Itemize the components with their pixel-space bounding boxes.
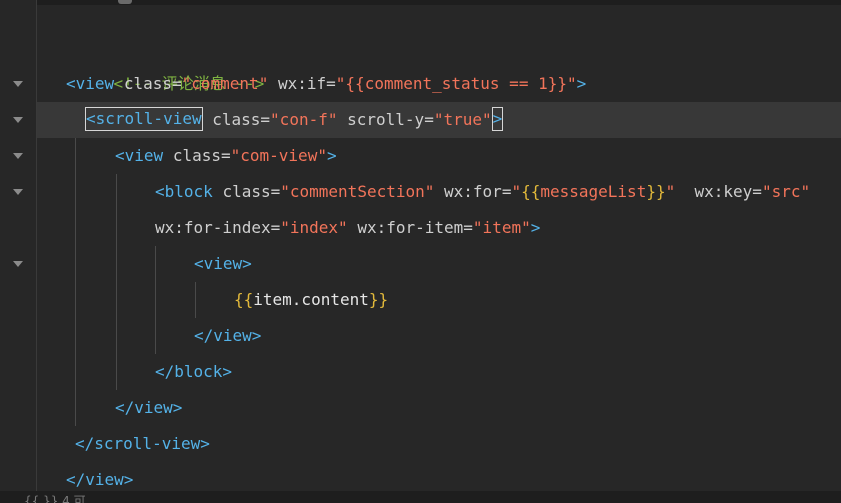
attr-equals: = (501, 182, 512, 201)
tag-name: <scroll-view (86, 109, 202, 128)
mustache-expression: item.content (253, 290, 369, 309)
fold-arrow-icon[interactable] (13, 81, 23, 87)
attr-value: "true" (433, 110, 492, 129)
attr-equals: = (220, 146, 231, 165)
fold-arrow-icon[interactable] (13, 261, 23, 267)
attr-name: class (212, 110, 261, 129)
gutter-divider (36, 0, 37, 503)
code-line-5[interactable]: <block class="commentSection" wx:for="{{… (155, 174, 810, 210)
editor-bottom-panel: {{ }} 4 可 ... (0, 491, 841, 503)
attr-value: "comment" (181, 74, 269, 93)
tag-name: </view> (194, 326, 262, 345)
mustache-close: }} (368, 290, 389, 309)
attr-quote: " (566, 74, 577, 93)
code-line-7[interactable]: <view> (194, 246, 252, 282)
indent-guide (195, 282, 196, 318)
mustache-open: {{ (234, 290, 254, 309)
tag-name: </view> (115, 398, 183, 417)
indent-guide (116, 174, 117, 390)
code-line-12[interactable]: </scroll-view> (75, 426, 210, 462)
tag-name: </scroll-view> (75, 434, 210, 453)
attr-equals: = (463, 218, 473, 237)
bracket-match-open: <scroll-view (85, 107, 203, 131)
attr-quote: " (511, 182, 522, 201)
tag-name: </block> (155, 362, 233, 381)
attr-name: wx:key (694, 182, 753, 201)
attr-value: "src" (761, 182, 811, 201)
code-line-2[interactable]: <view class="comment" wx:if="{{comment_s… (66, 66, 586, 102)
attr-name: wx:for (444, 182, 502, 201)
code-line-1[interactable]: <!-- 评论消息 --> (75, 30, 265, 93)
tag-close: > (530, 218, 541, 237)
attr-value: messageList (540, 182, 647, 201)
bottom-panel-fragment: {{ }} 4 可 ... (24, 494, 101, 503)
attr-name: class (222, 182, 271, 201)
code-line-3[interactable]: <scroll-view class="con-f" scroll-y="tru… (85, 102, 504, 138)
mustache-close: }} (547, 74, 567, 93)
bracket-match-close: > (491, 107, 504, 131)
attr-value: "con-f" (270, 110, 338, 129)
indent-guide (155, 246, 156, 354)
attr-equals: = (752, 182, 762, 201)
editor-top-scroll-area (0, 0, 841, 5)
attr-value: "index" (280, 218, 348, 237)
attr-equals: = (326, 74, 336, 93)
attr-name: class (172, 146, 221, 165)
code-editor[interactable]: <!-- 评论消息 --> <view class="comment" wx:i… (0, 0, 841, 503)
attr-value: "com-view" (230, 146, 327, 165)
attr-equals: = (424, 110, 434, 129)
fold-arrow-icon[interactable] (13, 189, 23, 195)
attr-equals: = (270, 218, 281, 237)
top-line-fragment (118, 0, 132, 4)
attr-equals: = (171, 74, 182, 93)
fold-arrow-icon[interactable] (13, 117, 23, 123)
indent-guide (75, 138, 76, 426)
code-line-11[interactable]: </view> (115, 390, 182, 426)
attr-name: class (123, 74, 172, 93)
code-line-9[interactable]: </view> (194, 318, 261, 354)
code-line-4[interactable]: <view class="com-view"> (115, 138, 337, 174)
attr-quote: " (335, 74, 346, 93)
attr-name: wx:if (277, 74, 327, 93)
attr-value: "commentSection" (280, 182, 435, 201)
code-line-10[interactable]: </block> (155, 354, 232, 390)
mustache-close: }} (646, 182, 666, 201)
tag-name: <view (66, 74, 115, 93)
tag-close: > (492, 109, 503, 128)
attr-value: comment_status == 1 (364, 74, 548, 93)
code-line-8[interactable]: {{item.content}} (234, 282, 388, 318)
fold-arrow-icon[interactable] (13, 153, 23, 159)
mustache-open: {{ (521, 182, 541, 201)
attr-name: wx:for-index (155, 218, 271, 237)
tag-name: <view (115, 146, 164, 165)
tag-name: <view> (194, 254, 252, 273)
code-line-6[interactable]: wx:for-index="index" wx:for-item="item"> (155, 210, 540, 246)
attr-name: scroll-y (347, 110, 425, 129)
tag-name: </view> (66, 470, 134, 489)
tag-name: <block (155, 182, 213, 201)
mustache-open: {{ (345, 74, 365, 93)
tag-close: > (576, 74, 587, 93)
line-gutter (0, 0, 36, 503)
attr-equals: = (260, 110, 271, 129)
attr-value: "item" (472, 218, 531, 237)
attr-name: wx:for-item (357, 218, 464, 237)
tag-close: > (326, 146, 337, 165)
attr-quote: " (665, 182, 676, 201)
attr-equals: = (270, 182, 281, 201)
